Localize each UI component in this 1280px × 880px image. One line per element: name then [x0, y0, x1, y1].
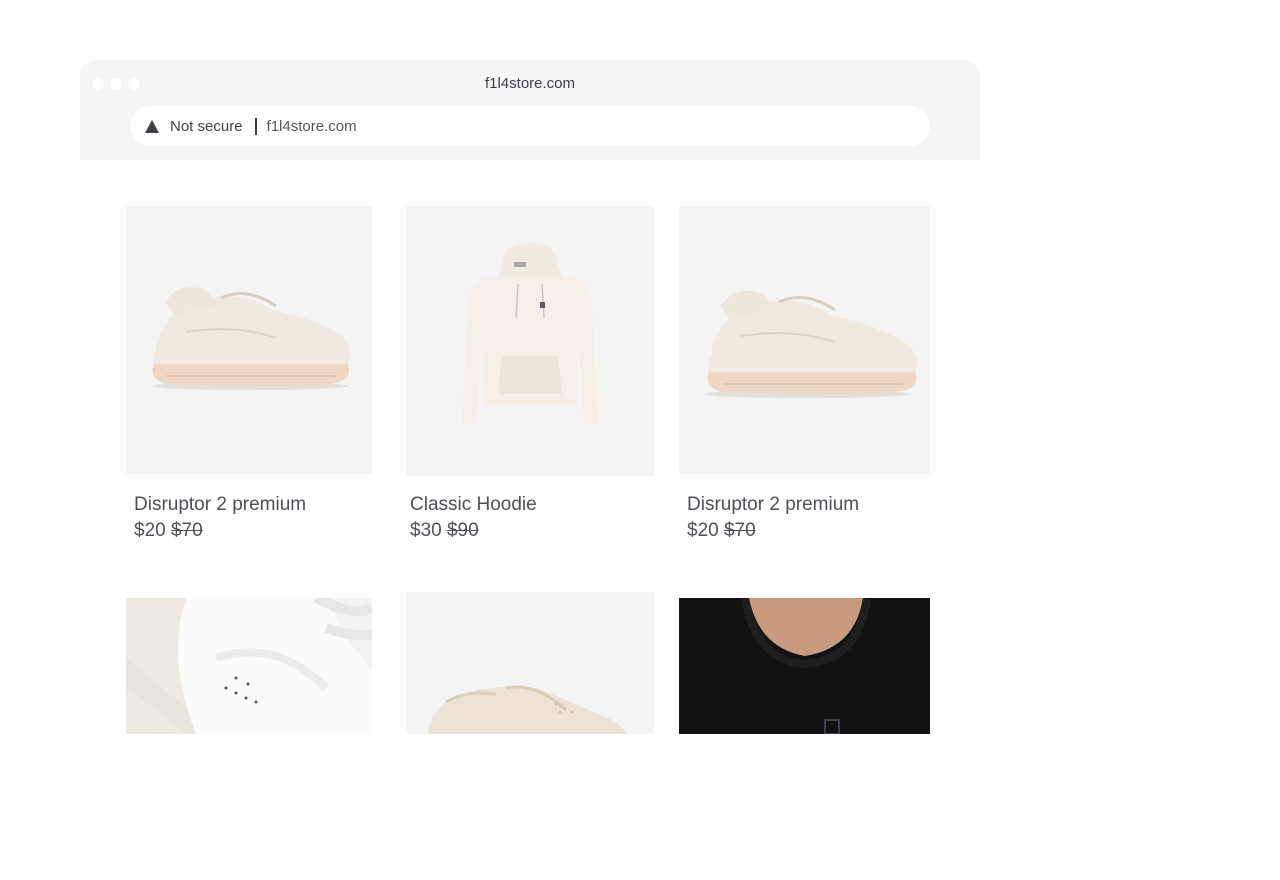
product-name[interactable]: Disruptor 2 premium [687, 494, 859, 516]
security-status-label[interactable]: Not secure [170, 118, 243, 135]
white-sneaker-image [126, 598, 372, 734]
sale-price: $20 [687, 520, 719, 541]
product-image[interactable] [406, 592, 654, 734]
original-price: $90 [446, 520, 479, 541]
sale-price: $20 [134, 520, 166, 541]
address-bar[interactable]: Not secure f1l4store.com [130, 106, 930, 146]
sale-price: $30 [410, 520, 442, 541]
product-image[interactable] [406, 206, 654, 476]
original-price: $70 [170, 520, 203, 541]
hoodie-image [406, 206, 654, 476]
browser-window-chrome: f1l4store.com Not secure f1l4store.com [80, 60, 980, 160]
window-title: f1l4store.com [484, 75, 576, 92]
black-tshirt-image [679, 598, 930, 734]
product-name[interactable]: Disruptor 2 premium [134, 494, 306, 516]
sneaker-image [679, 206, 930, 474]
product-image[interactable] [679, 598, 930, 734]
product-price: $20 $70 [687, 520, 756, 542]
product-image[interactable] [126, 206, 372, 474]
warning-triangle-icon [145, 119, 159, 133]
product-name[interactable]: Classic Hoodie [410, 494, 537, 516]
product-price: $30 $90 [410, 520, 479, 542]
low-top-sneaker-image [406, 592, 654, 734]
original-price: $70 [723, 520, 756, 541]
sneaker-image [126, 206, 372, 474]
product-image[interactable] [126, 598, 372, 734]
address-divider [254, 117, 257, 135]
url-text[interactable]: f1l4store.com [267, 118, 357, 135]
product-image[interactable] [679, 206, 930, 474]
product-price: $20 $70 [134, 520, 203, 542]
